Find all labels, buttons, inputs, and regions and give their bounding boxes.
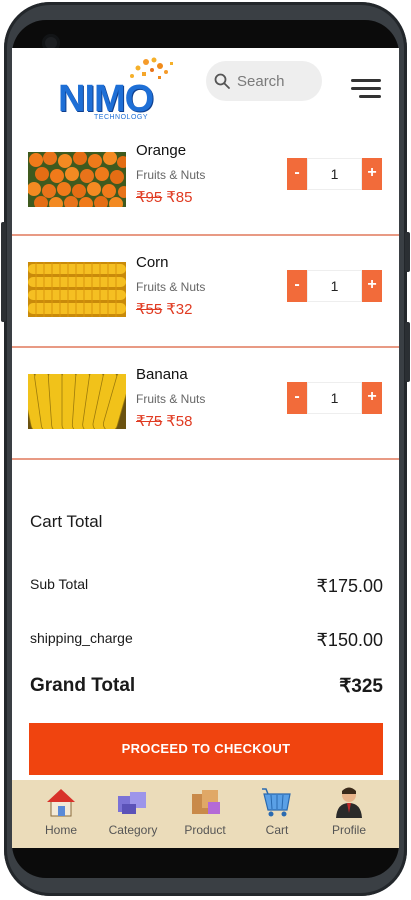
nav-item-profile[interactable]: Profile bbox=[316, 786, 382, 844]
product-name: Banana bbox=[136, 366, 188, 383]
hamburger-menu-icon[interactable] bbox=[351, 79, 381, 99]
phone-side-button bbox=[405, 232, 410, 272]
phone-side-button bbox=[1, 222, 6, 322]
increase-quantity-button[interactable]: + bbox=[362, 158, 382, 190]
original-price: ₹55 bbox=[136, 301, 163, 318]
product-price: ₹55 ₹32 bbox=[136, 300, 192, 318]
sale-price: ₹85 bbox=[166, 189, 193, 206]
logo-subtext: TECHNOLOGY bbox=[94, 114, 149, 121]
product-image-orange bbox=[28, 152, 126, 207]
nav-label: Product bbox=[184, 823, 226, 837]
nav-label: Category bbox=[108, 823, 158, 837]
grand-total-value: ₹325 bbox=[339, 676, 383, 697]
nav-item-home[interactable]: Home bbox=[28, 786, 94, 844]
product-name: Corn bbox=[136, 254, 169, 271]
original-price: ₹75 bbox=[136, 413, 163, 430]
product-image-corn bbox=[28, 262, 126, 317]
quantity-stepper: - 1 + bbox=[287, 270, 383, 302]
cart-total-section: Cart Total Sub Total ₹175.00 shipping_ch… bbox=[12, 460, 399, 720]
subtotal-value: ₹175.00 bbox=[316, 576, 383, 596]
phone-side-button bbox=[405, 322, 410, 382]
nav-label: Cart bbox=[265, 823, 289, 837]
product-image-banana bbox=[28, 374, 126, 429]
profile-icon bbox=[336, 787, 362, 818]
product-icon bbox=[192, 790, 220, 814]
decrease-quantity-button[interactable]: - bbox=[287, 158, 307, 190]
quantity-stepper: - 1 + bbox=[287, 382, 383, 414]
proceed-to-checkout-button[interactable]: PROCEED TO CHECKOUT bbox=[29, 723, 383, 775]
shipping-value: ₹150.00 bbox=[316, 630, 383, 650]
quantity-value[interactable]: 1 bbox=[307, 382, 362, 414]
product-price: ₹95 ₹85 bbox=[136, 188, 192, 206]
product-price: ₹75 ₹58 bbox=[136, 412, 192, 430]
original-price: ₹95 bbox=[136, 189, 163, 206]
increase-quantity-button[interactable]: + bbox=[362, 270, 382, 302]
sale-price: ₹32 bbox=[166, 301, 193, 318]
nav-label: Home bbox=[44, 823, 77, 837]
grand-total-label: Grand Total bbox=[30, 675, 136, 696]
search-placeholder: Search bbox=[237, 73, 285, 90]
subtotal-label: Sub Total bbox=[30, 576, 89, 592]
nav-item-product[interactable]: Product bbox=[172, 786, 238, 844]
cart-total-heading: Cart Total bbox=[30, 512, 103, 531]
product-category: Fruits & Nuts bbox=[136, 168, 206, 182]
shipping-label: shipping_charge bbox=[30, 630, 133, 646]
increase-quantity-button[interactable]: + bbox=[362, 382, 382, 414]
app-header: NIMO TECHNOLOGY Search bbox=[12, 48, 399, 128]
decrease-quantity-button[interactable]: - bbox=[287, 382, 307, 414]
nav-label: Profile bbox=[331, 823, 366, 837]
search-icon bbox=[214, 73, 230, 89]
product-category: Fruits & Nuts bbox=[136, 392, 206, 406]
product-category: Fruits & Nuts bbox=[136, 280, 206, 294]
quantity-value[interactable]: 1 bbox=[307, 270, 362, 302]
quantity-stepper: - 1 + bbox=[287, 158, 383, 190]
bottom-navigation: Home Category Product Cart Profile bbox=[12, 780, 399, 848]
product-name: Orange bbox=[136, 142, 187, 159]
cart-icon bbox=[262, 788, 291, 817]
decrease-quantity-button[interactable]: - bbox=[287, 270, 307, 302]
home-icon bbox=[47, 789, 75, 817]
nav-item-cart[interactable]: Cart bbox=[244, 786, 310, 844]
brand-logo[interactable]: NIMO TECHNOLOGY bbox=[56, 56, 176, 126]
search-input[interactable]: Search bbox=[206, 61, 322, 101]
sale-price: ₹58 bbox=[166, 413, 193, 430]
cart-item: Corn Fruits & Nuts ₹55 ₹32 - 1 + bbox=[12, 238, 399, 348]
cart-item: Orange Fruits & Nuts ₹95 ₹85 - 1 + bbox=[12, 126, 399, 236]
category-icon bbox=[118, 792, 146, 814]
app-screen: NIMO TECHNOLOGY Search Orange Fruits & N… bbox=[12, 48, 399, 848]
nav-item-category[interactable]: Category bbox=[100, 786, 166, 844]
cart-item: Banana Fruits & Nuts ₹75 ₹58 - 1 + bbox=[12, 350, 399, 460]
quantity-value[interactable]: 1 bbox=[307, 158, 362, 190]
